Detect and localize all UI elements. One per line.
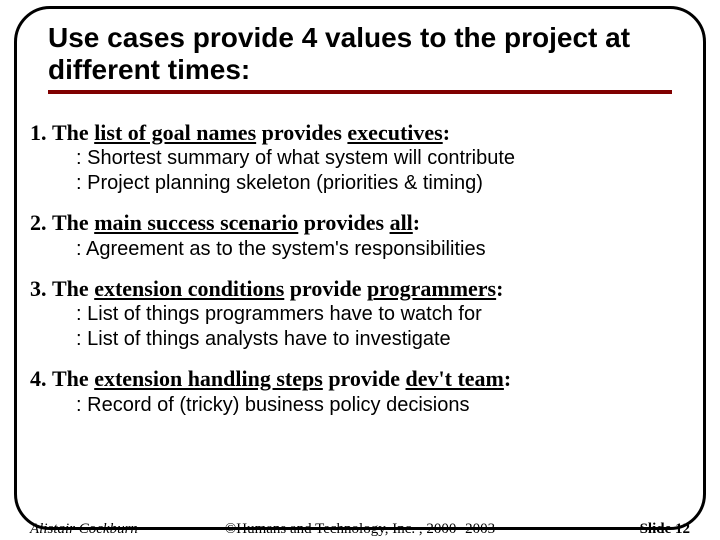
txt: programmers: [367, 276, 496, 301]
num: 4.: [30, 366, 47, 391]
txt: :: [413, 210, 420, 235]
sub: Shortest summary of what system will con…: [92, 146, 690, 171]
num: 2.: [30, 210, 47, 235]
point-3: 3. The extension conditions provide prog…: [30, 276, 690, 352]
txt: extension handling steps: [94, 366, 323, 391]
txt: list of goal names: [94, 120, 256, 145]
point-1-lead: 1. The list of goal names provides execu…: [30, 120, 690, 146]
point-1: 1. The list of goal names provides execu…: [30, 120, 690, 196]
txt: dev't team: [406, 366, 504, 391]
footer: Alistair Cockburn ©Humans and Technology…: [30, 514, 690, 540]
slide: Use cases provide 4 values to the projec…: [0, 0, 720, 540]
txt: The: [52, 210, 94, 235]
txt: :: [504, 366, 511, 391]
footer-slide-number: Slide 12: [640, 521, 690, 538]
sub: List of things analysts have to investig…: [92, 327, 690, 352]
point-2-lead: 2. The main success scenario provides al…: [30, 210, 690, 236]
slide-title: Use cases provide 4 values to the projec…: [48, 22, 672, 86]
txt: all: [390, 210, 413, 235]
txt: The: [52, 120, 94, 145]
txt: :: [443, 120, 450, 145]
txt: The: [52, 276, 94, 301]
txt: :: [496, 276, 503, 301]
slide-body: 1. The list of goal names provides execu…: [30, 120, 690, 432]
txt: main success scenario: [94, 210, 298, 235]
point-3-lead: 3. The extension conditions provide prog…: [30, 276, 690, 302]
txt: provide: [323, 366, 406, 391]
txt: provides: [256, 120, 347, 145]
point-2: 2. The main success scenario provides al…: [30, 210, 690, 261]
sub: Record of (tricky) business policy decis…: [92, 393, 690, 418]
txt: provides: [298, 210, 389, 235]
title-rule: [48, 90, 672, 94]
txt: executives: [347, 120, 442, 145]
sub: Project planning skeleton (priorities & …: [92, 171, 690, 196]
txt: provide: [284, 276, 367, 301]
num: 1.: [30, 120, 47, 145]
num: 3.: [30, 276, 47, 301]
title-block: Use cases provide 4 values to the projec…: [48, 22, 672, 94]
point-4: 4. The extension handling steps provide …: [30, 366, 690, 417]
txt: extension conditions: [94, 276, 284, 301]
txt: The: [52, 366, 94, 391]
point-4-lead: 4. The extension handling steps provide …: [30, 366, 690, 392]
sub: List of things programmers have to watch…: [92, 302, 690, 327]
sub: Agreement as to the system's responsibil…: [92, 237, 690, 262]
footer-copyright: ©Humans and Technology, Inc. , 2000 -200…: [30, 521, 690, 538]
